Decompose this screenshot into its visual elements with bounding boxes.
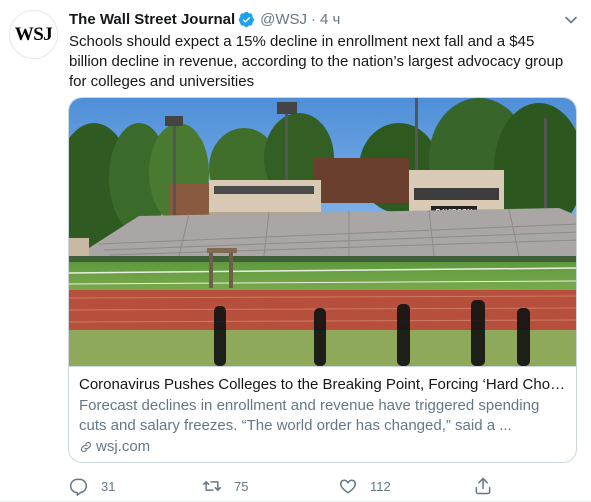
author-handle[interactable]: @WSJ (260, 11, 307, 28)
avatar-logo-text: WSJ (14, 23, 53, 45)
retweet-button[interactable]: 75 (202, 476, 248, 496)
avatar[interactable]: WSJ (9, 10, 58, 59)
card-domain[interactable]: wsj.com (79, 437, 568, 457)
card-image-stadium: DAVIDSON (69, 98, 576, 366)
caret-down-icon[interactable] (563, 12, 579, 28)
reply-icon (69, 478, 87, 496)
like-icon (339, 479, 357, 494)
like-count: 112 (370, 478, 391, 494)
tweet-actions: 31 75 112 (69, 474, 509, 498)
verified-badge-icon (238, 11, 255, 27)
share-icon (475, 477, 491, 495)
card-body[interactable]: Coronavirus Pushes Colleges to the Break… (69, 366, 576, 462)
tweet-header: The Wall Street Journal @WSJ · 4 ч (69, 9, 561, 29)
reply-button[interactable]: 31 (69, 476, 115, 496)
tweet[interactable]: WSJ The Wall Street Journal @WSJ · 4 ч S… (0, 0, 591, 502)
link-icon (80, 441, 92, 453)
tweet-timestamp[interactable]: 4 ч (320, 11, 340, 28)
like-button[interactable]: 112 (338, 476, 391, 496)
reply-count: 31 (101, 478, 116, 494)
separator-dot: · (311, 10, 317, 28)
retweet-icon (202, 481, 222, 491)
tweet-text: Schools should expect a 15% decline in e… (69, 33, 564, 90)
card-description: Forecast declines in enrollment and reve… (79, 397, 540, 434)
card-title[interactable]: Coronavirus Pushes Colleges to the Break… (79, 375, 568, 395)
link-card[interactable]: DAVIDSON (68, 97, 577, 463)
share-button[interactable] (473, 476, 493, 496)
author-name[interactable]: The Wall Street Journal (69, 11, 235, 28)
retweet-count: 75 (234, 478, 249, 494)
card-domain-text: wsj.com (96, 438, 151, 455)
